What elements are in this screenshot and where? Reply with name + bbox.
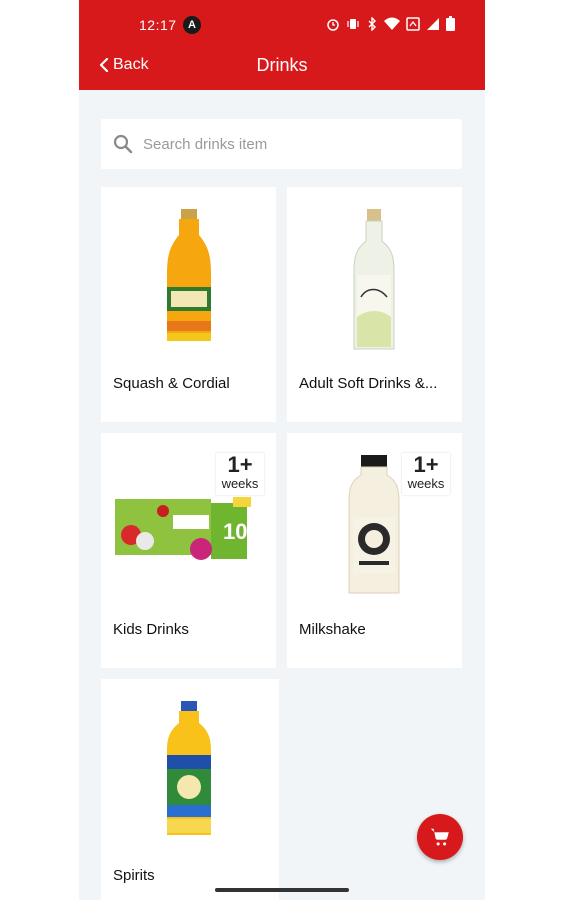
badge-count: 1+ [413, 452, 439, 477]
category-card-squash-cordial[interactable]: Squash & Cordial [101, 187, 276, 422]
battery-icon [446, 16, 455, 31]
category-image-spirits [167, 701, 211, 835]
category-label: Milkshake [299, 621, 366, 638]
category-card-adult-soft-drinks[interactable]: Adult Soft Drinks &... [287, 187, 462, 422]
svg-text:10: 10 [223, 519, 247, 544]
availability-badge: 1+ weeks [216, 453, 264, 495]
signal-icon [427, 17, 439, 30]
category-label: Adult Soft Drinks &... [299, 375, 438, 392]
app-screen: 12:17 A Back Drinks Squash [79, 0, 485, 900]
data-saver-icon [406, 16, 420, 31]
bluetooth-icon [368, 16, 376, 31]
category-card-kids-drinks[interactable]: 10 1+ weeks Kids Drinks [101, 433, 276, 668]
page-title: Drinks [256, 55, 308, 75]
search-bar[interactable] [101, 119, 462, 169]
status-icons [326, 16, 455, 31]
cart-button[interactable] [417, 814, 463, 860]
search-input[interactable] [143, 135, 443, 153]
category-image-adult-soft-drinks [353, 209, 395, 350]
category-label: Squash & Cordial [113, 375, 230, 392]
badge-unit: weeks [407, 476, 445, 491]
badge-unit: weeks [221, 476, 259, 491]
category-label: Spirits [113, 867, 155, 884]
search-icon [113, 134, 133, 154]
alarm-icon [327, 18, 339, 31]
status-time: 12:17 [139, 17, 177, 33]
cart-icon [430, 828, 449, 846]
status-app-icon: A [183, 16, 201, 34]
category-label: Kids Drinks [113, 621, 189, 638]
category-image-squash [167, 209, 211, 341]
availability-badge: 1+ weeks [402, 453, 450, 495]
badge-count: 1+ [227, 452, 253, 477]
home-indicator[interactable] [215, 888, 349, 892]
wifi-icon [384, 17, 400, 30]
app-header: 12:17 A Back Drinks [79, 0, 485, 90]
vibrate-icon [347, 18, 359, 29]
category-card-spirits[interactable]: Spirits [101, 679, 279, 900]
category-card-milkshake[interactable]: 1+ weeks Milkshake [287, 433, 462, 668]
